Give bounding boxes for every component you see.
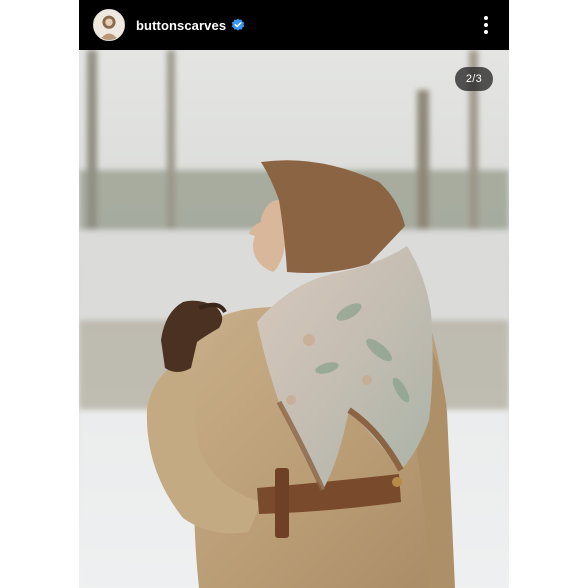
username[interactable]: buttonscarves [136, 18, 226, 33]
post-photo[interactable] [79, 50, 509, 588]
more-options-icon[interactable] [477, 13, 495, 37]
verified-badge-icon [231, 18, 245, 32]
post-frame: buttonscarves 2/3 [79, 0, 509, 588]
avatar-image [94, 10, 124, 40]
post-header: buttonscarves [79, 0, 509, 50]
avatar[interactable] [93, 9, 125, 41]
carousel-counter: 2/3 [455, 67, 493, 91]
